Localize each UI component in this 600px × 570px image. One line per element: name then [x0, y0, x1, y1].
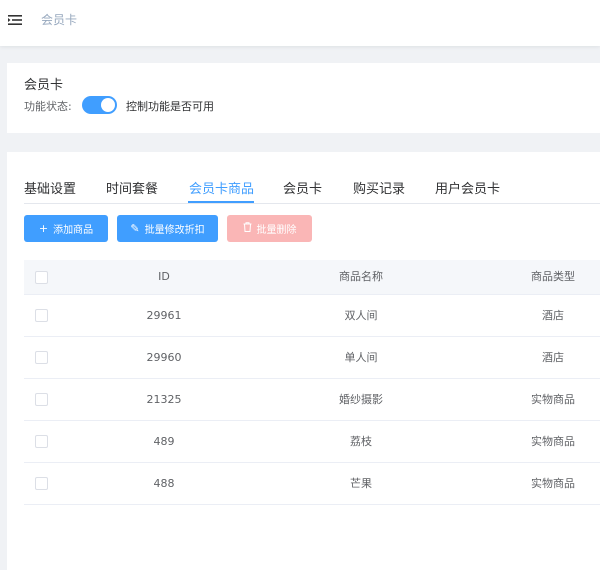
table-row[interactable]: 29960 单人间 酒店	[24, 337, 600, 379]
add-product-button[interactable]: + 添加商品	[24, 215, 108, 242]
table-header: ID 商品名称 商品类型	[24, 260, 600, 295]
status-description: 控制功能是否可用	[126, 100, 214, 113]
table-row[interactable]: 21325 婚纱摄影 实物商品	[24, 379, 600, 421]
row-checkbox[interactable]	[35, 351, 48, 364]
header-product-type: 商品类型	[531, 270, 575, 283]
select-all-checkbox[interactable]	[35, 271, 48, 284]
table-row[interactable]: 488 芒果 实物商品	[24, 463, 600, 505]
products-table: ID 商品名称 商品类型 29961 双人间 酒店 29960 单人间 酒店 2…	[24, 260, 600, 505]
cell-id: 489	[153, 435, 175, 448]
tab-time-packages[interactable]: 时间套餐	[106, 178, 158, 197]
cell-name: 双人间	[344, 309, 378, 322]
cell-name: 单人间	[344, 351, 378, 364]
row-checkbox[interactable]	[35, 477, 48, 490]
cell-name: 荔枝	[350, 435, 372, 448]
status-toggle-switch[interactable]	[82, 96, 117, 114]
cell-name: 婚纱摄影	[339, 393, 383, 406]
cell-type: 实物商品	[531, 477, 575, 490]
tab-membership-cards[interactable]: 会员卡	[283, 178, 322, 197]
cell-id: 488	[153, 477, 175, 490]
breadcrumb: 会员卡	[41, 13, 78, 27]
header-product-name: 商品名称	[339, 270, 383, 283]
row-checkbox[interactable]	[35, 309, 48, 322]
tab-card-products[interactable]: 会员卡商品	[189, 178, 254, 197]
row-checkbox[interactable]	[35, 435, 48, 448]
table-row[interactable]: 489 荔枝 实物商品	[24, 421, 600, 463]
batch-delete-label: 批量删除	[256, 225, 297, 236]
batch-edit-discount-button[interactable]: ✎ 批量修改折扣	[117, 215, 218, 242]
status-label: 功能状态:	[24, 100, 72, 113]
cell-type: 酒店	[542, 351, 564, 364]
switch-knob	[101, 98, 115, 112]
main-content-card: 基础设置 时间套餐 会员卡商品 会员卡 购买记录 用户会员卡 + 添加商品 ✎ …	[7, 152, 600, 570]
table-row[interactable]: 29961 双人间 酒店	[24, 295, 600, 337]
hamburger-fold-icon[interactable]	[8, 13, 22, 27]
batch-edit-label: 批量修改折扣	[144, 225, 205, 236]
membership-status-card: 会员卡 功能状态: 控制功能是否可用	[7, 63, 600, 133]
add-product-label: 添加商品	[53, 225, 94, 236]
active-tab-indicator	[188, 201, 254, 203]
header-id: ID	[158, 270, 170, 283]
row-checkbox[interactable]	[35, 393, 48, 406]
batch-delete-button[interactable]: 批量删除	[227, 215, 312, 242]
cell-type: 实物商品	[531, 435, 575, 448]
card-title: 会员卡	[24, 78, 64, 93]
cell-name: 芒果	[350, 477, 372, 490]
trash-icon	[243, 222, 252, 235]
tab-basic-settings[interactable]: 基础设置	[24, 178, 76, 197]
tab-purchase-records[interactable]: 购买记录	[353, 178, 405, 197]
cell-type: 实物商品	[531, 393, 575, 406]
tab-user-cards[interactable]: 用户会员卡	[435, 178, 500, 197]
cell-type: 酒店	[542, 309, 564, 322]
cell-id: 21325	[146, 393, 182, 406]
edit-pencil-icon: ✎	[130, 222, 140, 235]
cell-id: 29961	[146, 309, 182, 322]
plus-icon: +	[38, 222, 49, 235]
cell-id: 29960	[146, 351, 182, 364]
top-navbar: 会员卡	[0, 0, 600, 46]
tabs-bar: 基础设置 时间套餐 会员卡商品 会员卡 购买记录 用户会员卡	[24, 176, 600, 204]
